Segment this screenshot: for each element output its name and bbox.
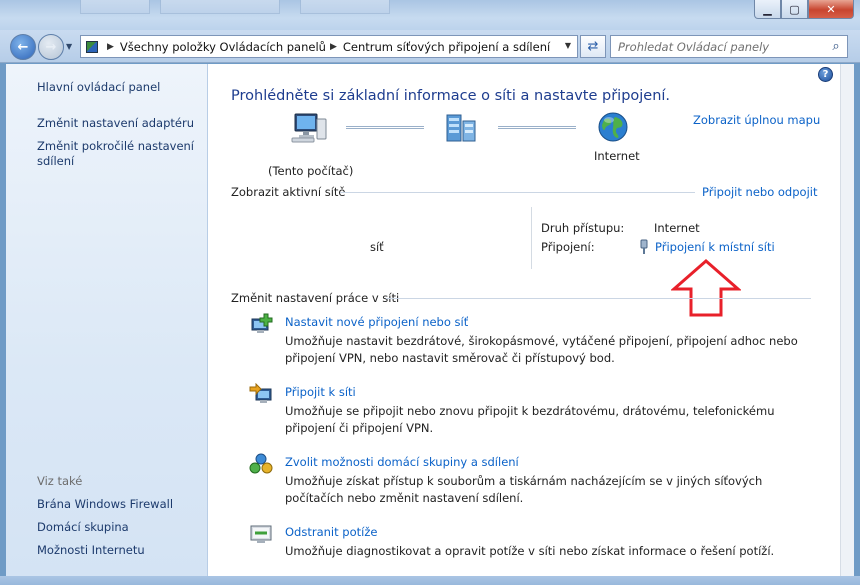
- sidebar-change-adapter-settings[interactable]: Změnit nastavení adaptéru: [37, 116, 194, 131]
- troubleshoot-link[interactable]: Odstranit potíže: [285, 525, 377, 539]
- annotation-arrow-icon: [670, 258, 742, 318]
- titlebar-ghost: [160, 0, 280, 14]
- navigation-bar: ← → ▼ ▶ Všechny položky Ovládacích panel…: [0, 30, 860, 63]
- control-panel-icon: [81, 36, 103, 57]
- search-input[interactable]: Prohledat Ovládací panely: [618, 40, 825, 54]
- view-full-map-link[interactable]: Zobrazit úplnou mapu: [693, 113, 820, 127]
- help-icon[interactable]: ?: [818, 67, 833, 82]
- vertical-scrollbar[interactable]: [840, 64, 854, 576]
- homegroup-sharing-link[interactable]: Zvolit možnosti domácí skupiny a sdílení: [285, 455, 519, 469]
- search-icon[interactable]: ⌕: [825, 39, 847, 54]
- left-task-pane: Hlavní ovládací panel Změnit nastavení a…: [6, 64, 208, 576]
- refresh-button[interactable]: ⇄: [580, 35, 606, 58]
- troubleshoot-icon[interactable]: [249, 523, 273, 545]
- section-divider: [386, 298, 811, 299]
- window-controls: ▁ ▢ ✕: [754, 0, 854, 19]
- forward-button[interactable]: →: [38, 34, 64, 60]
- map-connection-line: [498, 126, 576, 129]
- internet-label: Internet: [594, 149, 640, 163]
- this-computer-label: (Tento počítač): [268, 164, 354, 178]
- section-divider: [340, 192, 695, 193]
- page-title: Prohlédněte si základní informace o síti…: [231, 88, 671, 104]
- access-type-value: Internet: [654, 221, 700, 235]
- window-titlebar: ▁ ▢ ✕: [0, 0, 860, 30]
- titlebar-ghost: [300, 0, 390, 14]
- back-button[interactable]: ←: [10, 34, 36, 60]
- sidebar-advanced-sharing-settings[interactable]: Změnit pokročilé nastavení sdílení: [37, 139, 197, 169]
- active-networks-title: Zobrazit aktivní sítě: [231, 185, 346, 199]
- connect-to-network-link[interactable]: Připojit k síti: [285, 385, 356, 399]
- map-connection-line: [346, 126, 424, 129]
- change-settings-title: Změnit nastavení práce v síti: [231, 291, 400, 305]
- connections-label: Připojení:: [541, 240, 595, 254]
- new-connection-icon[interactable]: [249, 313, 273, 335]
- breadcrumb-chevron-icon[interactable]: ▶: [330, 42, 337, 52]
- close-button[interactable]: ✕: [808, 0, 854, 19]
- minimize-button[interactable]: ▁: [754, 0, 781, 19]
- sidebar-homegroup[interactable]: Domácí skupina: [37, 520, 129, 535]
- sidebar-control-panel-home[interactable]: Hlavní ovládací panel: [37, 80, 160, 95]
- breadcrumb-chevron-icon[interactable]: ▶: [107, 42, 114, 52]
- connect-to-network-desc: Umožňuje se připojit nebo znovu připojit…: [285, 404, 775, 435]
- breadcrumb-network-center[interactable]: Centrum síťových připojení a sdílení: [343, 40, 550, 54]
- recent-pages-dropdown[interactable]: ▼: [66, 42, 72, 51]
- sidebar-internet-options[interactable]: Možnosti Internetu: [37, 543, 145, 558]
- access-type-label: Druh přístupu:: [541, 221, 625, 235]
- troubleshoot-desc: Umožňuje diagnostikovat a opravit potíže…: [285, 544, 775, 558]
- network-name: síť: [370, 240, 384, 254]
- sidebar-windows-firewall[interactable]: Brána Windows Firewall: [37, 497, 173, 512]
- setup-new-connection-desc: Umožňuje nastavit bezdrátové, širokopásm…: [285, 334, 798, 365]
- network-icon[interactable]: [441, 110, 481, 146]
- connect-to-network-icon[interactable]: [249, 382, 273, 405]
- local-area-connection-link[interactable]: Připojení k místní síti: [655, 240, 775, 254]
- maximize-button[interactable]: ▢: [781, 0, 808, 19]
- search-box[interactable]: Prohledat Ovládací panely ⌕: [610, 35, 848, 58]
- internet-globe-icon[interactable]: [595, 110, 631, 144]
- network-info-divider: [531, 207, 532, 269]
- homegroup-sharing-icon[interactable]: [249, 453, 273, 475]
- setup-new-connection-link[interactable]: Nastavit nové připojení nebo síť: [285, 315, 468, 329]
- computer-icon[interactable]: [290, 110, 330, 146]
- see-also-label: Viz také: [37, 474, 83, 488]
- address-bar[interactable]: ▶ Všechny položky Ovládacích panelů ▶ Ce…: [80, 35, 578, 58]
- breadcrumb-all-items[interactable]: Všechny položky Ovládacích panelů: [120, 40, 326, 54]
- window-bottom-frame: [0, 576, 860, 585]
- homegroup-sharing-desc: Umožňuje získat přístup k souborům a tis…: [285, 474, 763, 505]
- connect-or-disconnect-link[interactable]: Připojit nebo odpojit: [702, 185, 817, 199]
- address-dropdown-icon[interactable]: ▼: [565, 41, 571, 50]
- ethernet-icon: [639, 239, 649, 255]
- titlebar-ghost: [80, 0, 150, 14]
